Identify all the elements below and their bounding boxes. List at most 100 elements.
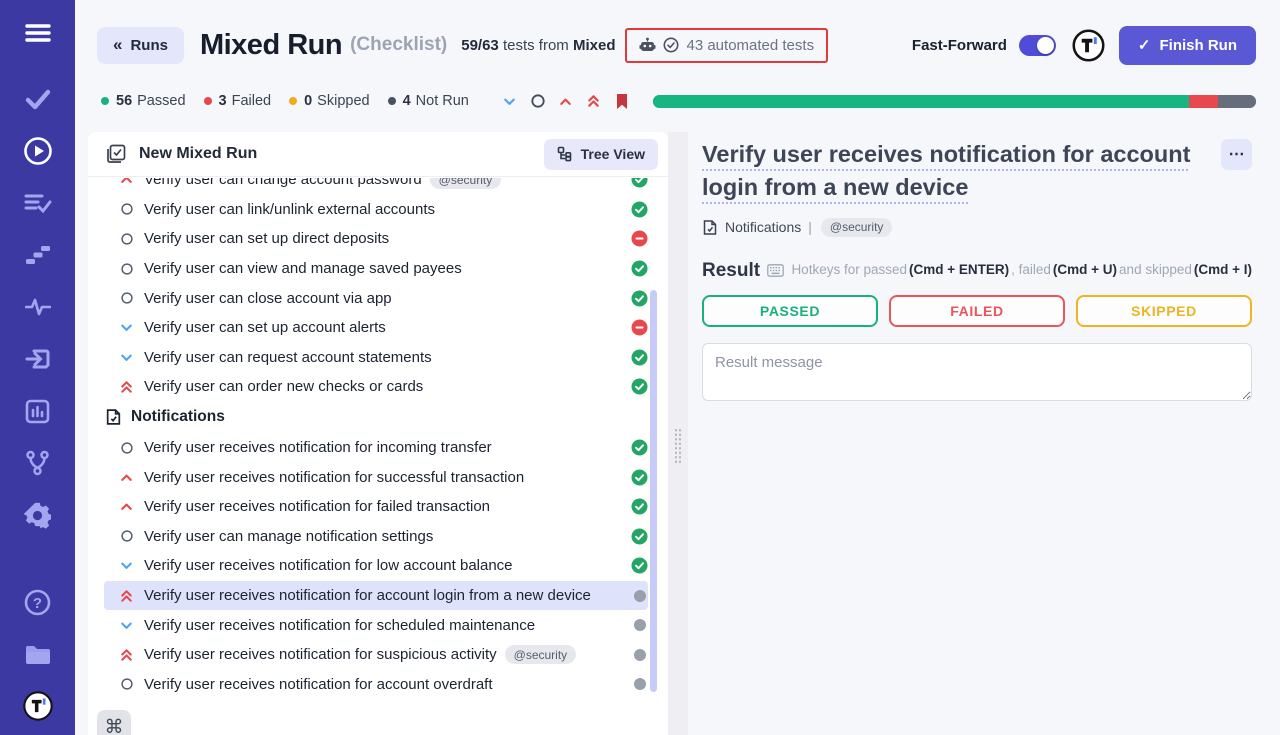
priority-filters [501,92,631,110]
test-title: Verify user can manage notification sett… [144,528,433,545]
priority-normal-icon [120,202,134,216]
filter-high-priority-icon[interactable] [557,92,575,110]
suite-section-row[interactable]: Notifications [104,402,648,433]
status-passed-icon [631,178,648,188]
back-to-runs-button[interactable]: « Runs [97,27,184,64]
stat-count: 4 [403,93,411,109]
test-tag: @security [430,178,502,189]
status-passed-icon [631,498,648,515]
status-icon [631,676,648,693]
settings-gear-icon[interactable] [23,500,53,530]
status-icon [631,528,648,545]
back-label: Runs [130,37,168,54]
automated-tests-label: 43 automated tests [686,37,814,54]
command-palette-button[interactable]: ⌘ [97,710,131,735]
test-row[interactable]: Verify user can change account password … [104,178,648,195]
status-icon [631,439,648,456]
status-icon [631,260,648,277]
run-play-icon[interactable] [23,136,53,166]
help-icon[interactable]: ? [23,587,53,617]
test-detail-title[interactable]: Verify user receives notification for ac… [702,138,1198,205]
result-button-failed[interactable]: FAILED [889,295,1065,327]
test-row[interactable]: Verify user receives notification for fa… [104,492,648,522]
filter-normal-priority-icon[interactable] [529,92,547,110]
priority-high-icon [119,499,134,514]
stat-item[interactable]: 4Not Run [388,93,469,109]
hotkeys-hint: Hotkeys for passed (Cmd + ENTER) , faile… [767,262,1252,277]
status-notrun-icon [634,649,646,661]
status-icon [631,201,648,218]
test-row[interactable]: Verify user receives notification for sc… [104,610,648,640]
testomat-logo[interactable] [23,691,53,721]
more-options-button[interactable]: ⋯ [1221,139,1252,170]
pulse-icon[interactable] [23,292,53,322]
hotkey-segment: (Cmd + U) [1053,262,1117,277]
result-button-passed[interactable]: PASSED [702,295,878,327]
stat-item[interactable]: 0Skipped [289,93,369,109]
suite-name[interactable]: Notifications [725,219,801,235]
test-row[interactable]: Verify user receives notification for in… [104,433,648,463]
priority-icon [118,349,135,366]
test-row[interactable]: Verify user receives notification for ac… [104,670,648,700]
tasks-check-icon[interactable] [23,84,53,114]
fast-forward-toggle[interactable] [1019,35,1056,56]
result-button-skipped[interactable]: SKIPPED [1076,295,1252,327]
analytics-icon[interactable] [23,396,53,426]
drag-handle-icon [674,428,682,464]
test-row[interactable]: Verify user receives notification for ac… [104,581,648,611]
test-row[interactable]: Verify user can set up direct deposits [104,224,648,254]
menu-icon[interactable] [23,18,53,48]
status-icon [631,469,648,486]
test-row[interactable]: Verify user can request account statemen… [104,343,648,373]
security-tag[interactable]: @security [821,218,893,237]
panel-resize-divider[interactable] [668,132,688,735]
filter-low-priority-icon[interactable] [501,92,519,110]
priority-normal-icon [120,262,134,276]
test-title: Verify user can set up direct deposits [144,230,389,247]
test-plans-icon[interactable] [23,188,53,218]
test-row[interactable]: Verify user can close account via app [104,283,648,313]
back-chevrons-icon: « [113,35,122,55]
test-title: Verify user can view and manage saved pa… [144,260,462,277]
branch-icon[interactable] [23,448,53,478]
test-title: Verify user can close account via app [144,290,392,307]
filter-highest-priority-icon[interactable] [585,92,603,110]
test-row[interactable]: Verify user receives notification for su… [104,640,648,670]
progress-notrun-segment [1218,95,1256,108]
test-row[interactable]: Verify user can manage notification sett… [104,522,648,552]
test-row[interactable]: Verify user can view and manage saved pa… [104,254,648,284]
test-title: Verify user receives notification for su… [144,646,497,663]
test-title: Verify user can change account password [144,178,422,188]
test-list-panel: New Mixed Run Tree View Verify user can … [88,132,668,735]
status-passed-icon [631,290,648,307]
progress-failed-segment [1189,95,1218,108]
steps-icon[interactable] [23,240,53,270]
list-scrollbar-thumb[interactable] [650,290,657,692]
result-message-input[interactable] [702,343,1252,401]
test-row[interactable]: Verify user can order new checks or card… [104,372,648,402]
status-failed-icon [631,230,648,247]
status-counts: 56Passed 3Failed 0Skipped 4Not Run [101,93,487,109]
test-row[interactable]: Verify user receives notification for su… [104,462,648,492]
priority-icon [118,469,135,486]
finish-run-button[interactable]: ✓ Finish Run [1119,26,1256,65]
status-icon [631,498,648,515]
fast-forward-label: Fast-Forward [912,37,1007,54]
priority-icon [118,378,135,395]
testomat-logo-small[interactable] [1072,29,1105,62]
import-icon[interactable] [23,344,53,374]
test-row[interactable]: Verify user can link/unlink external acc… [104,195,648,225]
test-row[interactable]: Verify user receives notification for lo… [104,551,648,581]
tree-view-button[interactable]: Tree View [544,139,658,170]
status-icon [631,349,648,366]
stat-item[interactable]: 3Failed [204,93,272,109]
test-title: Verify user receives notification for ac… [144,587,591,604]
status-icon [631,290,648,307]
stat-item[interactable]: 56Passed [101,93,186,109]
projects-folder-icon[interactable] [23,639,53,669]
priority-high-icon [119,470,134,485]
main-area: « Runs Mixed Run (Checklist) 59/63 tests… [75,0,1280,735]
filter-bookmark-icon[interactable] [613,92,631,110]
status-icon [631,646,648,663]
test-row[interactable]: Verify user can set up account alerts [104,313,648,343]
